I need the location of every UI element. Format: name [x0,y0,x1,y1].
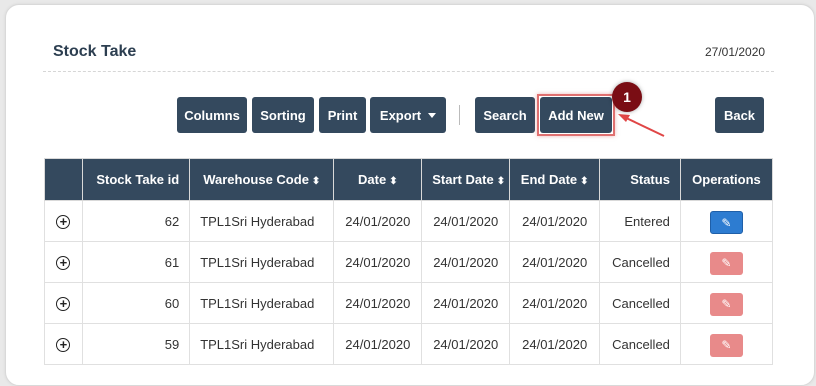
end-date-cell: 24/01/2020 [509,241,601,283]
col-header-end-date[interactable]: End Date ⬍ [509,158,601,201]
expand-cell[interactable]: + [44,200,83,242]
status-cell: Cancelled [599,323,681,365]
warehouse-code-cell: TPL1Sri Hyderabad [189,323,335,365]
sort-arrows-icon: ⬍ [496,176,506,187]
table-header-row: Stock Take id Warehouse Code ⬍ Date ⬍ Star… [44,158,774,201]
date-cell: 24/01/2020 [333,241,423,283]
start-date-cell: 24/01/2020 [421,323,511,365]
status-cell: Cancelled [599,241,681,283]
col-header-label: Status [630,172,670,187]
operations-cell: ✎ [679,323,774,365]
current-date: 27/01/2020 [705,45,766,59]
col-header-label: Date [358,172,387,187]
export-button[interactable]: Export [370,97,446,133]
stock-take-id-cell: 61 [81,241,191,283]
start-date-cell: 24/01/2020 [421,241,511,283]
sort-arrows-icon: ⬍ [389,176,398,187]
end-date-cell: 24/01/2020 [509,282,601,324]
col-header-warehouse-code[interactable]: Warehouse Code ⬍ [189,158,335,201]
warehouse-code-cell: TPL1Sri Hyderabad [189,241,335,283]
stock-take-table: Stock Take id Warehouse Code ⬍ Date ⬍ Star… [44,158,774,365]
stock-take-id-cell: 60 [81,282,191,324]
stock-take-id-cell: 59 [81,323,191,365]
expand-cell[interactable]: + [44,241,83,283]
date-cell: 24/01/2020 [333,282,423,324]
plus-circle-icon[interactable]: + [56,255,71,270]
export-label: Export [379,107,422,123]
table-row: + 59 TPL1Sri Hyderabad 24/01/2020 24/01/… [44,323,774,365]
back-button[interactable]: Back [715,97,764,133]
edit-button[interactable]: ✎ [709,293,743,316]
header-divider [43,71,774,72]
toolbar-separator [459,105,460,125]
pencil-icon: ✎ [721,216,732,230]
plus-circle-icon[interactable]: + [56,296,71,311]
col-header-operations: Operations [679,158,774,201]
expand-column-header [44,158,83,201]
sorting-button[interactable]: Sorting [252,97,314,133]
col-header-label: End Date [520,172,578,187]
expand-cell[interactable]: + [44,282,83,324]
operations-cell: ✎ [679,200,774,242]
col-header-date[interactable]: Date ⬍ [333,158,423,201]
start-date-cell: 24/01/2020 [421,200,511,242]
step-callout-badge: 1 [612,82,642,112]
warehouse-code-cell: TPL1Sri Hyderabad [189,282,335,324]
col-header-start-date[interactable]: Start Date ⬍ [421,158,511,201]
pencil-icon: ✎ [721,338,732,352]
operations-cell: ✎ [679,282,774,324]
print-button[interactable]: Print [319,97,366,133]
edit-button[interactable]: ✎ [709,334,743,357]
edit-button[interactable]: ✎ [709,211,743,234]
stock-take-id-cell: 62 [81,200,191,242]
date-cell: 24/01/2020 [333,323,423,365]
col-header-stock-take-id[interactable]: Stock Take id [81,158,191,201]
expand-cell[interactable]: + [44,323,83,365]
table-row: + 62 TPL1Sri Hyderabad 24/01/2020 24/01/… [44,200,774,242]
status-cell: Entered [599,200,681,242]
page-title: Stock Take [53,43,137,60]
pencil-icon: ✎ [721,297,732,311]
search-button[interactable]: Search [475,97,535,133]
start-date-cell: 24/01/2020 [421,282,511,324]
end-date-cell: 24/01/2020 [509,323,601,365]
plus-circle-icon[interactable]: + [56,214,71,229]
status-cell: Cancelled [599,282,681,324]
col-header-label: Start Date [432,172,494,187]
col-header-label: Stock Take id [96,172,180,187]
plus-circle-icon[interactable]: + [56,337,71,352]
table-row: + 60 TPL1Sri Hyderabad 24/01/2020 24/01/… [44,282,774,324]
caret-down-icon [428,112,437,118]
columns-button[interactable]: Columns [177,97,247,133]
col-header-label: Operations [692,172,761,187]
col-header-label: Warehouse Code [203,172,309,187]
end-date-cell: 24/01/2020 [509,200,601,242]
sort-arrows-icon: ⬍ [311,176,321,187]
col-header-status[interactable]: Status [599,158,681,201]
pencil-icon: ✎ [721,256,732,270]
edit-button[interactable]: ✎ [709,252,743,275]
date-cell: 24/01/2020 [333,200,423,242]
sort-arrows-icon: ⬍ [580,176,589,187]
operations-cell: ✎ [679,241,774,283]
table-row: + 61 TPL1Sri Hyderabad 24/01/2020 24/01/… [44,241,774,283]
warehouse-code-cell: TPL1Sri Hyderabad [189,200,335,242]
